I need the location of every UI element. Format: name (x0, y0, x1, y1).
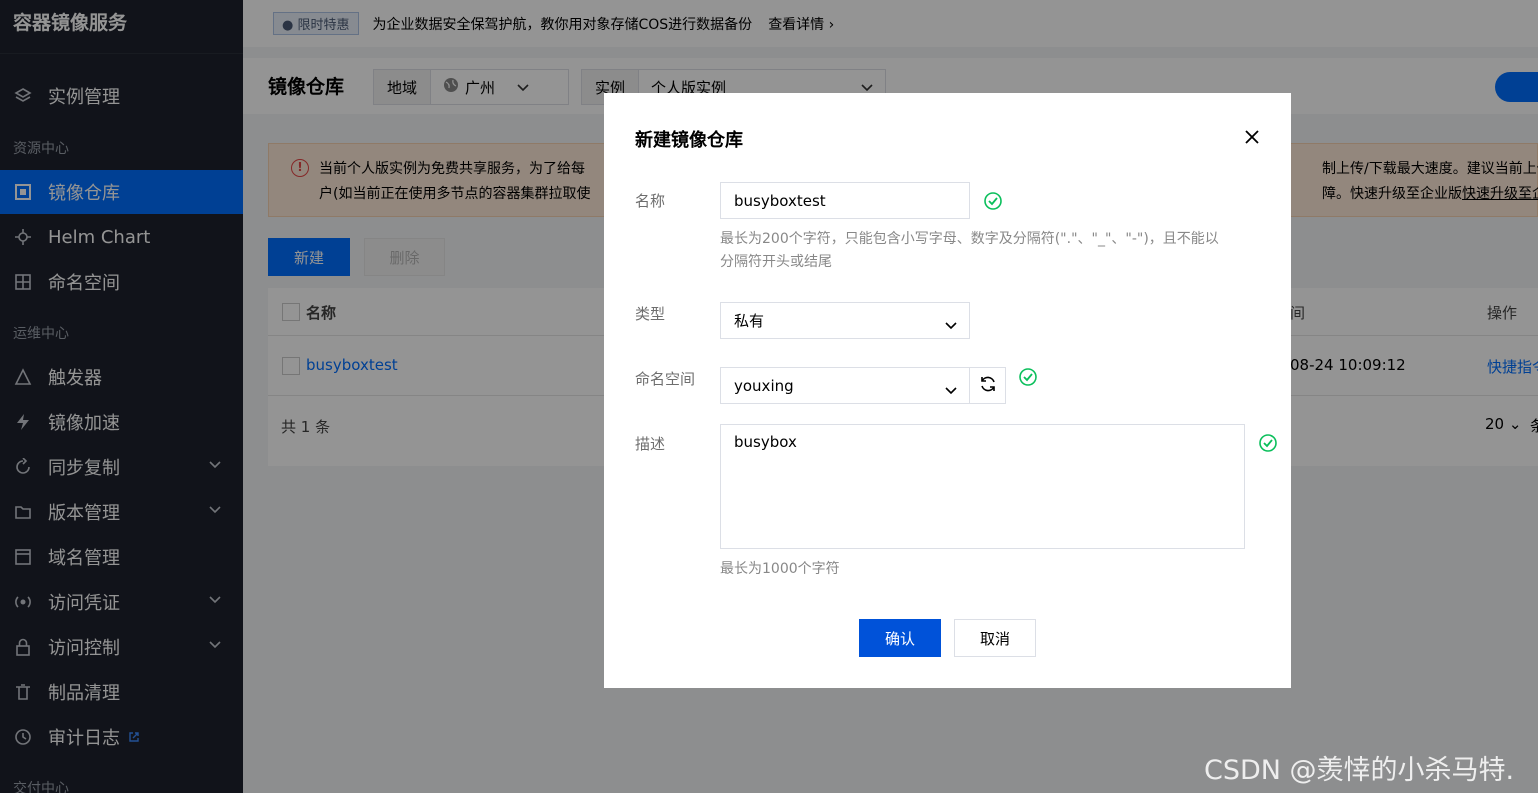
refresh-icon (978, 374, 998, 398)
namespace-select[interactable]: youxing (720, 367, 970, 404)
check-circle-icon (1019, 368, 1037, 386)
name-hint-line-1: 最长为200个字符，只能包含小写字母、数字及分隔符("."、"_"、"-")，且… (720, 231, 1219, 247)
cancel-button[interactable]: 取消 (954, 619, 1036, 657)
type-value: 私有 (734, 312, 765, 330)
confirm-button[interactable]: 确认 (859, 619, 941, 657)
type-select[interactable]: 私有 (720, 302, 970, 339)
name-hint-line-2: 分隔符开头或结尾 (720, 254, 832, 270)
refresh-namespace-button[interactable] (969, 367, 1006, 404)
chevron-down-icon (945, 316, 957, 330)
description-textarea[interactable]: busybox (720, 424, 1245, 549)
check-circle-icon (1259, 434, 1277, 452)
name-input[interactable]: busyboxtest (720, 182, 970, 219)
create-repo-dialog: 新建镜像仓库 名称 busyboxtest 最长为200个字符，只能包含小写字母… (604, 93, 1291, 688)
description-hint: 最长为1000个字符 (720, 561, 840, 577)
dialog-title: 新建镜像仓库 (635, 130, 743, 151)
close-icon[interactable] (1244, 129, 1260, 145)
namespace-value: youxing (734, 376, 794, 395)
chevron-down-icon (945, 381, 957, 395)
type-label: 类型 (635, 305, 666, 323)
watermark-text: CSDN @羡悻的小杀马特. (1204, 755, 1515, 786)
namespace-label: 命名空间 (635, 370, 696, 388)
name-label: 名称 (635, 192, 666, 210)
check-circle-icon (984, 192, 1002, 210)
description-label: 描述 (635, 435, 666, 453)
